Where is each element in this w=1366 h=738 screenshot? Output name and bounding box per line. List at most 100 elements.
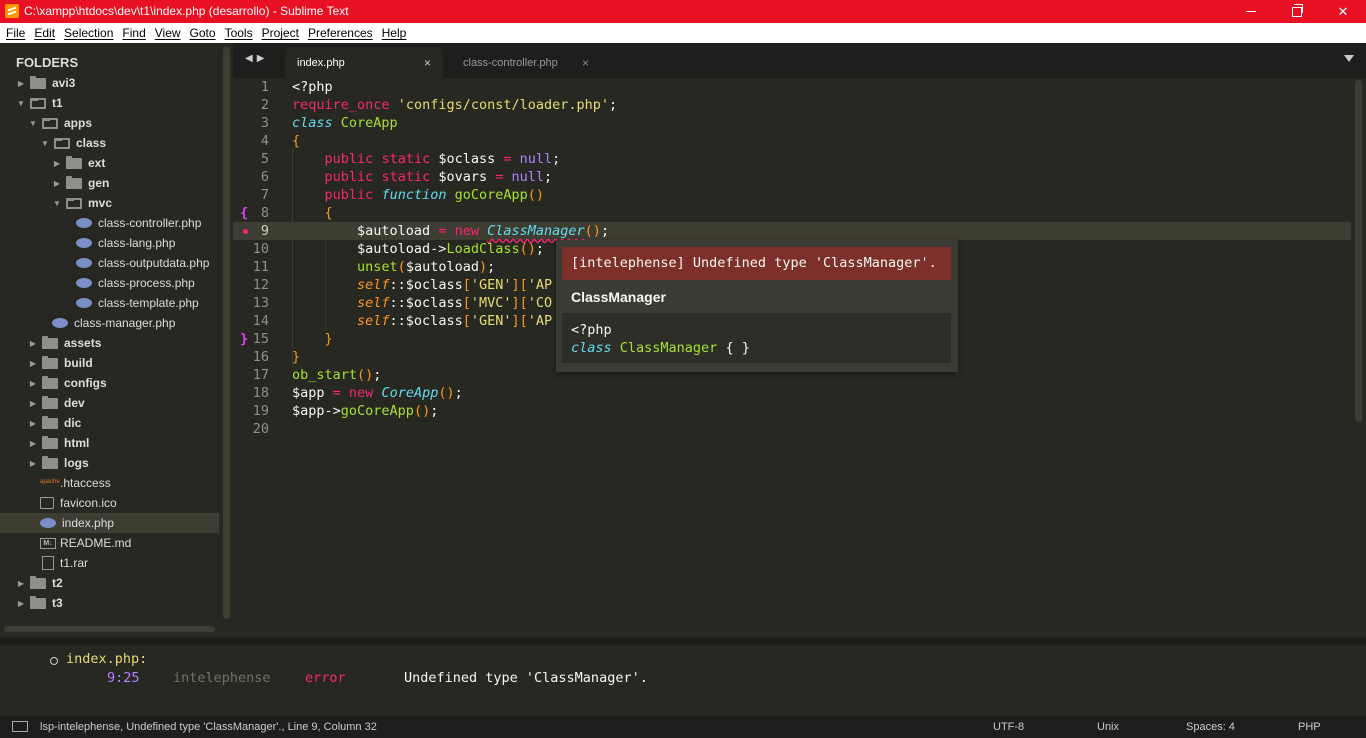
code-text: $app = new CoreApp(); — [292, 384, 463, 402]
tree-item[interactable]: favicon.ico — [0, 493, 219, 513]
code-line[interactable]: 19 $app->goCoreApp(); — [233, 402, 1351, 420]
code-line[interactable]: 5 public static $oclass = null; — [233, 150, 1351, 168]
menu-help[interactable]: Help — [382, 26, 407, 40]
line-number: 8 — [260, 205, 269, 221]
disclosure-closed-icon[interactable]: ▶ — [28, 379, 38, 388]
diagnostic-message[interactable]: Undefined type 'ClassManager'. — [404, 670, 648, 686]
code-token: ; — [487, 259, 496, 275]
tree-item[interactable]: ▼ class — [0, 133, 219, 153]
popup-title: ClassManager — [571, 289, 666, 305]
menu-goto[interactable]: Goto — [190, 26, 216, 40]
tab-close-icon[interactable]: × — [582, 56, 589, 70]
tree-item[interactable]: ▼ t1 — [0, 93, 219, 113]
code-line[interactable]: 4{ — [233, 132, 1351, 150]
menu-view[interactable]: View — [155, 26, 181, 40]
tree-item[interactable]: t1.rar — [0, 553, 219, 573]
tree-item[interactable]: ▶ configs — [0, 373, 219, 393]
panel-toggle-icon[interactable] — [12, 721, 28, 732]
code-line[interactable]: 6 public static $ovars = null; — [233, 168, 1351, 186]
close-window-button[interactable]: ✕ — [1320, 0, 1366, 23]
tree-item[interactable]: ▶ avi3 — [0, 73, 219, 93]
status-indentation[interactable]: Spaces: 4 — [1186, 721, 1235, 733]
tree-item[interactable]: class-lang.php — [0, 233, 219, 253]
code-line[interactable]: 18 $app = new CoreApp(); — [233, 384, 1351, 402]
tree-item[interactable]: ▼ mvc — [0, 193, 219, 213]
disclosure-closed-icon[interactable]: ▶ — [28, 419, 38, 428]
tab-dropdown-icon[interactable] — [1344, 55, 1354, 62]
tab-close-icon[interactable]: × — [424, 56, 431, 70]
tree-item[interactable]: index.php — [0, 513, 219, 533]
minimize-button[interactable] — [1228, 0, 1274, 23]
menu-project[interactable]: Project — [262, 26, 299, 40]
code-line[interactable]: 9 $autoload = new ClassManager(); — [233, 222, 1351, 240]
tab-navigation-arrows-icon[interactable]: ◀▶ — [245, 53, 268, 64]
code-line[interactable]: 8 { { — [233, 204, 1351, 222]
disclosure-open-icon[interactable]: ▼ — [16, 99, 26, 108]
code-token: ( — [397, 259, 406, 275]
disclosure-open-icon[interactable]: ▼ — [28, 119, 38, 128]
disclosure-closed-icon[interactable]: ▶ — [16, 79, 26, 88]
tree-item[interactable]: class-outputdata.php — [0, 253, 219, 273]
tree-item[interactable]: apache .htaccess — [0, 473, 219, 493]
disclosure-closed-icon[interactable]: ▶ — [16, 599, 26, 608]
menu-tools[interactable]: Tools — [225, 26, 253, 40]
tree-item[interactable]: class-controller.php — [0, 213, 219, 233]
tree-item[interactable]: class-template.php — [0, 293, 219, 313]
status-syntax[interactable]: PHP — [1298, 721, 1321, 733]
menu-edit[interactable]: Edit — [34, 26, 55, 40]
sidebar-horizontal-scrollbar[interactable] — [4, 626, 215, 632]
disclosure-closed-icon[interactable]: ▶ — [16, 579, 26, 588]
status-line-endings[interactable]: Unix — [1097, 721, 1119, 733]
hover-popup: [intelephense] Undefined type 'ClassMana… — [556, 240, 958, 372]
menu-preferences[interactable]: Preferences — [308, 26, 373, 40]
disclosure-open-icon[interactable]: ▼ — [52, 199, 62, 208]
code-line[interactable]: 2 require_once 'configs/const/loader.php'… — [233, 96, 1351, 114]
code-line[interactable]: 20 — [233, 420, 1351, 438]
editor-vertical-scrollbar[interactable] — [1355, 80, 1362, 422]
status-encoding[interactable]: UTF-8 — [993, 721, 1024, 733]
tree-item-label: README.md — [60, 536, 132, 550]
tree-item[interactable]: M↓ README.md — [0, 533, 219, 553]
maximize-button[interactable] — [1274, 0, 1320, 23]
menu-selection[interactable]: Selection — [64, 26, 113, 40]
tree-item[interactable]: ▶ ext — [0, 153, 219, 173]
disclosure-open-icon[interactable]: ▼ — [40, 139, 50, 148]
tree-item[interactable]: ▶ build — [0, 353, 219, 373]
tree-item[interactable]: class-manager.php — [0, 313, 219, 333]
code-line[interactable]: 3 class CoreApp — [233, 114, 1351, 132]
disclosure-closed-icon[interactable]: ▶ — [28, 439, 38, 448]
menu-find[interactable]: Find — [122, 26, 145, 40]
tree-item[interactable]: ▶ t2 — [0, 573, 219, 593]
tree-item[interactable]: ▶ gen — [0, 173, 219, 193]
close-icon: ✕ — [1337, 3, 1349, 19]
tree-item[interactable]: class-process.php — [0, 273, 219, 293]
php-elephant-icon — [76, 258, 92, 268]
disclosure-closed-icon[interactable]: ▶ — [52, 179, 62, 188]
tab-class-controller-php[interactable]: class-controller.php × — [451, 47, 601, 78]
tree-item[interactable]: ▶ dev — [0, 393, 219, 413]
tree-item[interactable]: ▼ apps — [0, 113, 219, 133]
code-text: class CoreApp — [292, 114, 398, 132]
disclosure-closed-icon[interactable]: ▶ — [28, 339, 38, 348]
sidebar-vertical-scrollbar[interactable] — [223, 47, 230, 619]
disclosure-closed-icon[interactable]: ▶ — [28, 359, 38, 368]
tree-item[interactable]: ▶ t3 — [0, 593, 219, 613]
tab-index-php[interactable]: index.php × — [285, 47, 443, 78]
line-number: 1 — [260, 79, 269, 95]
disclosure-closed-icon[interactable]: ▶ — [52, 159, 62, 168]
disclosure-closed-icon[interactable]: ▶ — [28, 459, 38, 468]
tree-item[interactable]: ▶ logs — [0, 453, 219, 473]
code-line[interactable]: 7 public function goCoreApp() — [233, 186, 1351, 204]
disclosure-closed-icon[interactable]: ▶ — [28, 399, 38, 408]
line-number: 18 — [252, 385, 269, 401]
code-text: $autoload = new ClassManager(); — [292, 222, 609, 240]
tree-item[interactable]: ▶ html — [0, 433, 219, 453]
tree-item[interactable]: ▶ assets — [0, 333, 219, 353]
diagnostic-position[interactable]: 9:25 — [107, 670, 140, 686]
tree-item[interactable]: ▶ dic — [0, 413, 219, 433]
menu-file[interactable]: File — [6, 26, 25, 40]
diagnostic-file[interactable]: index.php: — [66, 651, 147, 667]
code-line[interactable]: 1 <?php — [233, 78, 1351, 96]
